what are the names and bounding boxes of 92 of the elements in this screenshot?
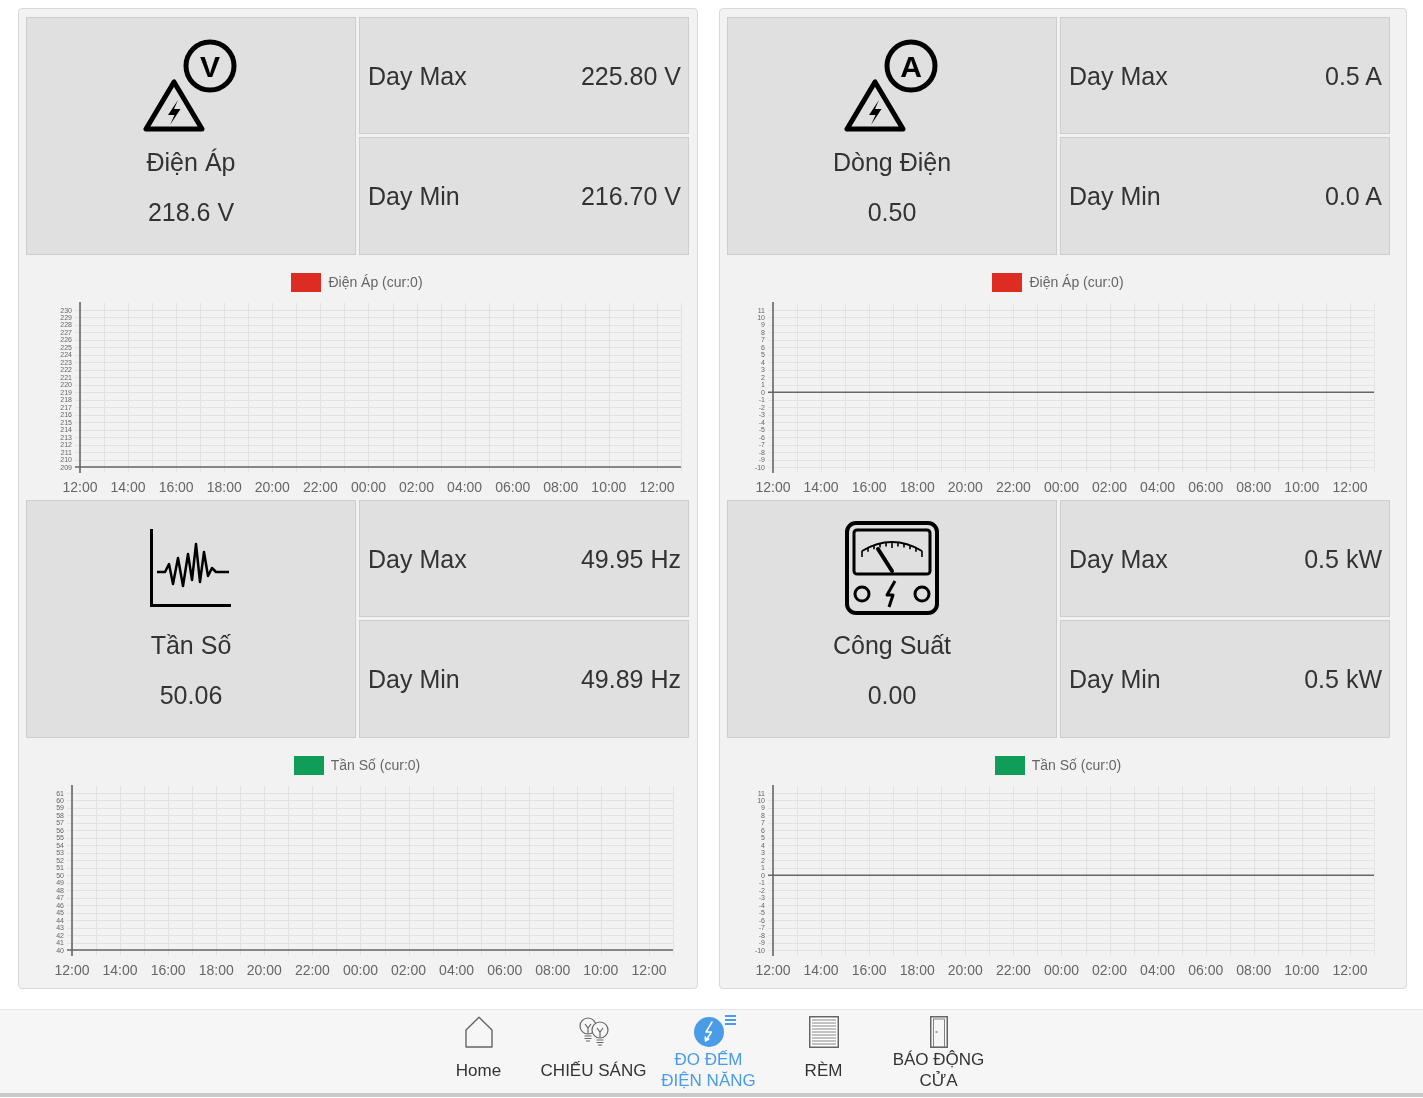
stat-value: 49.95 Hz [580,543,681,574]
axis-tick-label: 04:00 [1140,962,1176,978]
legend-label: Điện Áp (cur:0) [1029,274,1124,291]
axis-tick-label: 08:00 [1236,962,1272,978]
measure-value: 218.6 V [147,197,235,227]
axis-tick-label: 12:00 [62,479,98,495]
axis-tick-label: 22:00 [995,962,1031,978]
axis-tick-label: 00:00 [350,479,386,495]
axis-tick-label: 22:00 [302,479,338,495]
measure-name: Tần Số [150,630,232,660]
legend-label: Tần Số (cur:0) [1031,757,1122,774]
axis-tick-label: 10:00 [1284,479,1320,495]
blinds-icon [808,1016,839,1048]
legend-label: Điện Áp (cur:0) [328,274,423,291]
nav-tab[interactable]: RÈM [766,1010,881,1091]
axis-tick-label: 14:00 [803,479,839,495]
axis-tick-label: 08:00 [543,479,579,495]
nav-tab[interactable]: Home [421,1010,536,1091]
measure-value: 0.00 [867,680,917,710]
axis-tick-label: 10:00 [1284,962,1320,978]
axis-tick-label: 02:00 [1092,479,1128,495]
axis-tick-label: 00:00 [342,962,378,978]
stat-label: Day Min [368,181,460,211]
axis-tick-label: 08:00 [535,962,571,978]
axis-tick-label: 04:00 [439,962,475,978]
stat-value: 0.5 kW [1304,664,1382,694]
measure-name: Công Suất [832,630,952,660]
stat-label: Day Min [1069,181,1161,211]
measure-name: Dòng Điện [832,147,952,177]
axis-tick-label: 20:00 [947,962,983,978]
door-icon [929,1016,948,1048]
stat-value: 49.89 Hz [580,664,681,694]
axis-tick-label: 12:00 [54,962,90,978]
light-bulbs-icon [577,1016,610,1048]
waveform-chart-icon [149,528,233,608]
axis-tick-label: 14:00 [102,962,138,978]
axis-tick-label: 02:00 [399,479,435,495]
measure-value: 0.50 [867,197,917,227]
axis-tick-label: 12:00 [1332,479,1368,495]
axis-tick-label: 06:00 [1188,962,1224,978]
axis-tick-label: 12:00 [639,479,675,495]
stat-value: 225.80 V [580,60,681,91]
stat-value: 0.5 kW [1304,543,1382,574]
axis-tick-label: 18:00 [198,962,234,978]
axis-tick-label: 20:00 [947,479,983,495]
axis-tick-label: 08:00 [1236,479,1272,495]
axis-tick-label: 22:00 [294,962,330,978]
axis-tick-label: 12:00 [755,962,791,978]
axis-tick-label: 18:00 [899,962,935,978]
measure-value: 50.06 [159,680,223,710]
axis-tick-label: 06:00 [487,962,523,978]
stat-label: Day Min [368,664,460,694]
axis-tick-label: 18:00 [899,479,935,495]
stat-value: 216.70 V [580,181,681,211]
axis-tick-label: 18:00 [206,479,242,495]
axis-tick-label: 16:00 [150,962,186,978]
measure-name: Điện Áp [146,147,236,177]
nav-tab[interactable]: CHIẾU SÁNG [536,1010,651,1091]
axis-tick-label: 02:00 [1092,962,1128,978]
axis-tick-label: 06:00 [1188,479,1224,495]
menu-icon [724,1015,736,1025]
axis-tick-label: 10:00 [591,479,627,495]
axis-tick-label: 06:00 [495,479,531,495]
legend-label: Tần Số (cur:0) [330,757,421,774]
stat-value: 0.0 A [1325,181,1382,211]
nav-tab[interactable]: BÁO ĐỘNG CỬA [881,1010,996,1091]
axis-tick-label: 14:00 [803,962,839,978]
analog-meter-icon [845,521,939,615]
axis-tick-label: 12:00 [755,479,791,495]
axis-tick-label: 20:00 [254,479,290,495]
stat-label: Day Max [1069,543,1168,574]
stat-label: Day Max [1069,60,1168,91]
stat-value: 0.5 A [1325,60,1382,91]
axis-tick-label: 16:00 [851,479,887,495]
stat-label: Day Max [368,543,467,574]
house-icon [464,1016,493,1048]
axis-tick-label: 02:00 [391,962,427,978]
axis-tick-label: 12:00 [631,962,667,978]
stat-label: Day Max [368,60,467,91]
axis-tick-label: 04:00 [447,479,483,495]
axis-tick-label: 14:00 [110,479,146,495]
axis-tick-label: 16:00 [158,479,194,495]
axis-tick-label: 16:00 [851,962,887,978]
lightning-icon [693,1017,724,1047]
axis-tick-label: 00:00 [1043,479,1079,495]
axis-tick-label: 00:00 [1043,962,1079,978]
axis-tick-label: 22:00 [995,479,1031,495]
axis-tick-label: 20:00 [246,962,282,978]
stat-label: Day Min [1069,664,1161,694]
axis-tick-label: 12:00 [1332,962,1368,978]
axis-tick-label: 10:00 [583,962,619,978]
axis-tick-label: 04:00 [1140,479,1176,495]
